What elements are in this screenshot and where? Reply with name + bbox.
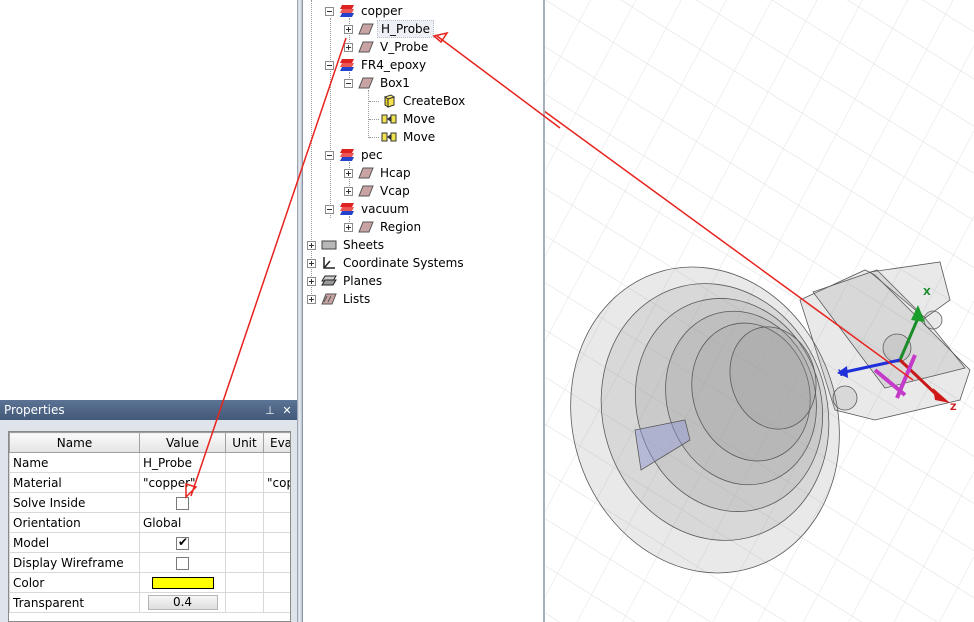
annotation-overlay [185, 31, 561, 499]
annotation-arrow-line [190, 37, 347, 497]
arrow-head-icon [432, 31, 449, 44]
annotation-arrow-line [436, 35, 561, 129]
app-window: copper H_Probe V_Probe FR4_epoxy Box1 Cr… [0, 0, 974, 622]
